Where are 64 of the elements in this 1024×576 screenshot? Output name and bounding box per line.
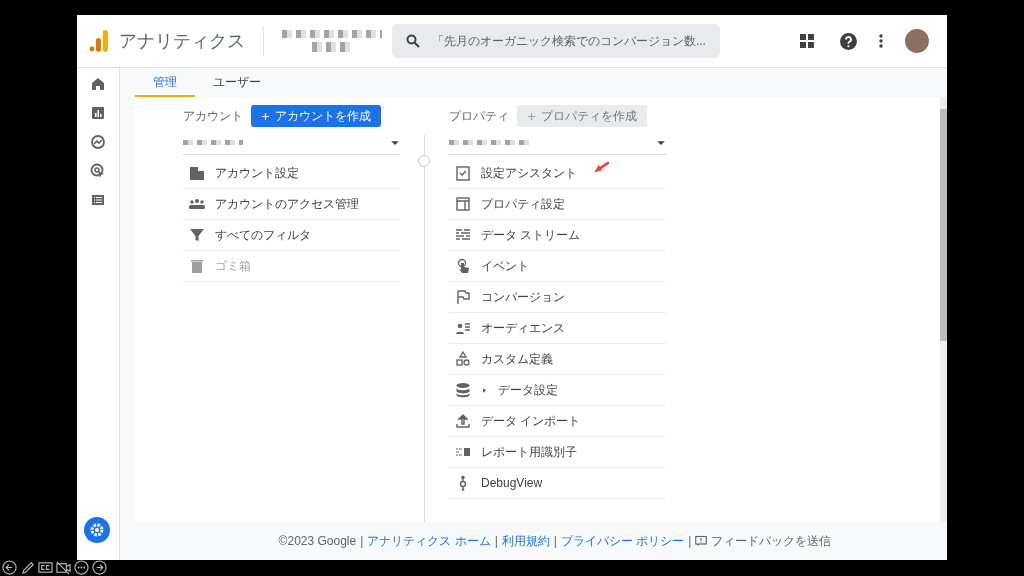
clipboard-check-icon: [455, 165, 471, 181]
people-group-icon: [189, 196, 205, 212]
analytics-logo: [89, 30, 109, 52]
list-icon[interactable]: [90, 192, 106, 208]
trend-circle-icon[interactable]: [90, 134, 106, 150]
redacted-property-name: [311, 42, 352, 52]
captions-icon[interactable]: [38, 560, 53, 575]
more-options-icon[interactable]: [74, 560, 89, 575]
settings-icon[interactable]: [84, 517, 110, 543]
menu-item[interactable]: イベント: [449, 251, 666, 282]
feedback-icon: [695, 535, 708, 547]
menu-item[interactable]: DebugView: [449, 468, 666, 499]
database-icon: [455, 382, 471, 398]
menu-item[interactable]: レポート用識別子: [449, 437, 666, 468]
menu-item[interactable]: コンバージョン: [449, 282, 666, 313]
menu-item[interactable]: アカウント設定: [183, 158, 400, 189]
audience-icon: [455, 320, 471, 336]
menu-item[interactable]: カスタム定義: [449, 344, 666, 375]
touch-hand-icon: [455, 258, 471, 274]
bar-chart-icon[interactable]: [90, 105, 106, 121]
menu-item[interactable]: プロパティ設定: [449, 189, 666, 220]
menu-item[interactable]: アカウントのアクセス管理: [183, 189, 400, 220]
tab[interactable]: ユーザー: [195, 68, 279, 97]
camera-off-icon[interactable]: [56, 560, 71, 575]
shapes-icon: [455, 351, 471, 367]
section-label: アカウント: [183, 108, 243, 125]
home-icon[interactable]: [90, 76, 106, 92]
menu-item[interactable]: データ インポート: [449, 406, 666, 437]
plus-icon: [527, 111, 536, 121]
stream-lines-icon: [455, 227, 471, 243]
footer-link[interactable]: プライバシー ポリシー: [560, 532, 685, 550]
pencil-icon[interactable]: [20, 560, 35, 575]
footer-separator: |: [553, 533, 557, 550]
filter-icon: [189, 227, 205, 243]
menu-item[interactable]: オーディエンス: [449, 313, 666, 344]
layout-icon: [455, 196, 471, 212]
footer-link[interactable]: 利用規約: [501, 532, 550, 550]
target-cursor-icon[interactable]: [90, 163, 106, 179]
upload-icon: [455, 413, 471, 429]
search-field[interactable]: 「先月のオーガニック検索でのコンバージョン数...: [391, 24, 721, 58]
apps-grid-icon[interactable]: [800, 34, 815, 48]
scrollbar[interactable]: [940, 97, 947, 522]
feedback-link[interactable]: フィードバックを送信: [711, 532, 832, 550]
help-icon[interactable]: [840, 32, 858, 50]
plus-icon: [261, 111, 270, 121]
avatar[interactable]: [905, 29, 930, 53]
buildings-icon: [189, 165, 205, 181]
more-vertical-icon[interactable]: [879, 34, 884, 48]
menu-item[interactable]: データ設定: [449, 375, 666, 406]
footer-separator: |: [688, 533, 692, 550]
create-button[interactable]: アカウントを作成: [251, 105, 381, 127]
footer-link[interactable]: アナリティクス ホーム: [367, 532, 491, 550]
menu-item[interactable]: データ ストリーム: [449, 220, 666, 251]
menu-item[interactable]: 設定アシスタント: [449, 158, 666, 189]
trash-icon: [189, 258, 205, 274]
footer-separator: |: [360, 533, 364, 550]
redacted-selection: [183, 140, 243, 145]
flag-icon: [455, 289, 471, 305]
footer-separator: |: [494, 533, 498, 550]
copyright-text: ©2023 Google: [278, 533, 357, 550]
caret-right-icon[interactable]: [481, 386, 488, 394]
menu-item[interactable]: すべてのフィルタ: [183, 220, 400, 251]
app-name: アナリティクス: [118, 29, 245, 53]
section-label: プロパティ: [449, 108, 509, 125]
